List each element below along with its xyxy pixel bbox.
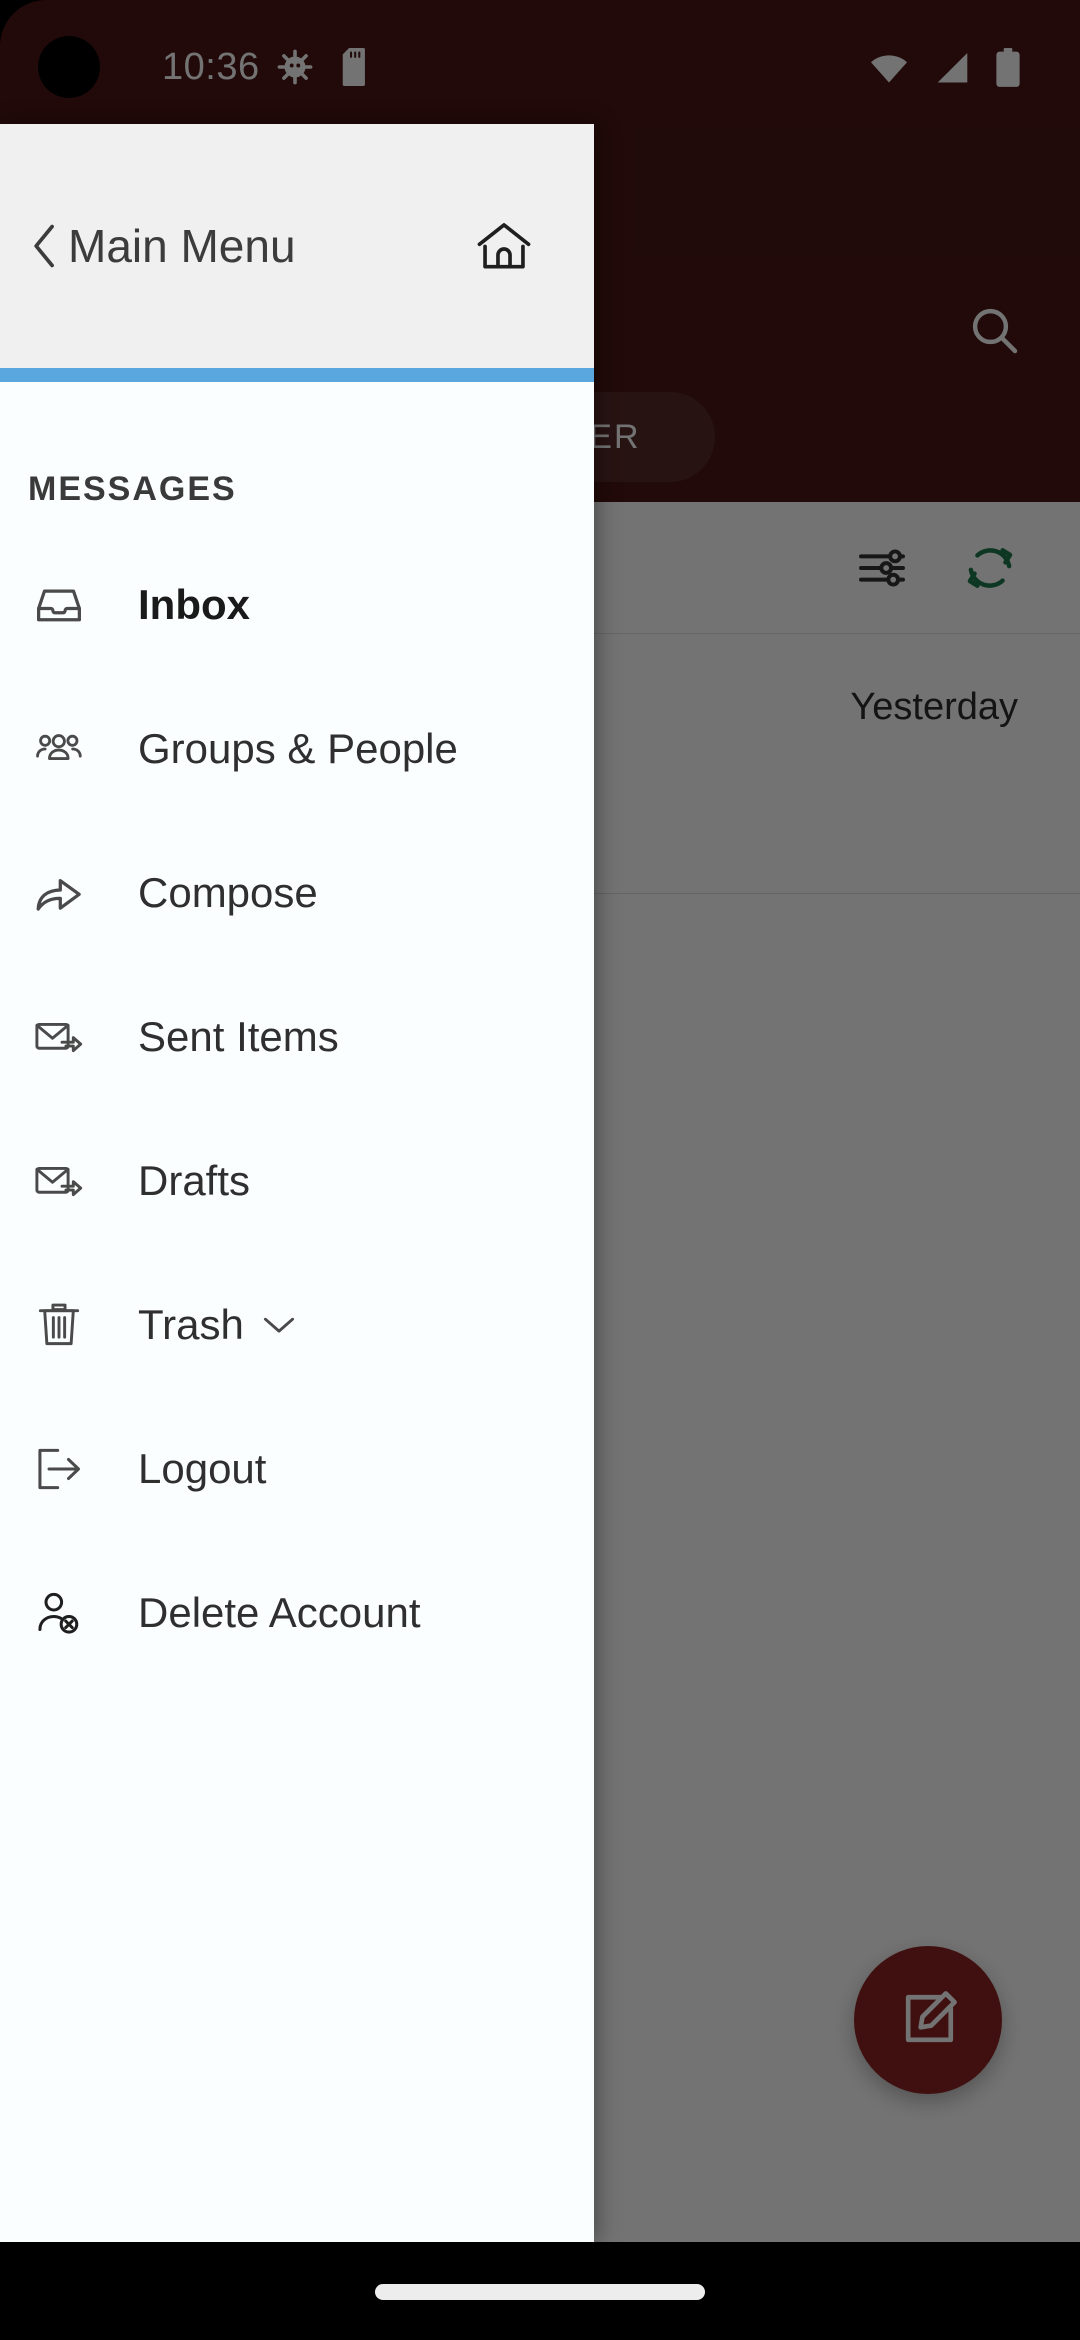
share-arrow-icon [28, 867, 90, 919]
system-navigation-bar [0, 2242, 1080, 2340]
status-bar: 10:36 [0, 0, 1080, 124]
drawer-item-delete-account[interactable]: Delete Account [0, 1541, 594, 1685]
camera-punch-hole [38, 36, 100, 98]
refresh-icon[interactable] [962, 540, 1018, 596]
gesture-pill[interactable] [375, 2284, 705, 2300]
drawer-item-label: Trash [138, 1301, 244, 1348]
compose-fab[interactable] [854, 1946, 1002, 2094]
inbox-tray-icon [28, 579, 90, 631]
screen-corner [0, 0, 46, 46]
navigation-drawer: Main Menu MESSAGES Inbox Groups & People… [0, 124, 594, 2242]
drawer-item-drafts[interactable]: Drafts [0, 1109, 594, 1253]
drawer-item-label: Inbox [138, 581, 250, 628]
section-label-messages: MESSAGES [28, 470, 237, 508]
logout-arrow-icon [28, 1443, 90, 1495]
drawer-item-label: Sent Items [138, 1013, 339, 1060]
status-bar-clock: 10:36 [162, 46, 260, 88]
drawer-item-trash[interactable]: Trash [0, 1253, 594, 1397]
drawer-title: Main Menu [68, 220, 296, 272]
search-icon[interactable] [966, 302, 1022, 358]
android-debug-icon [277, 49, 313, 85]
drawer-menu: Inbox Groups & People Compose Sent Items… [0, 533, 594, 1685]
drawer-accent-bar [0, 368, 594, 382]
drawer-item-logout[interactable]: Logout [0, 1397, 594, 1541]
drawer-item-label: Logout [138, 1445, 267, 1492]
drawer-item-inbox[interactable]: Inbox [0, 533, 594, 677]
people-group-icon [28, 723, 90, 775]
drawer-item-label: Drafts [138, 1157, 251, 1204]
drawer-header: Main Menu [0, 124, 594, 368]
drawer-item-label: Delete Account [138, 1589, 421, 1636]
battery-icon [994, 48, 1022, 88]
chevron-down-icon[interactable] [262, 1314, 296, 1336]
trash-icon [28, 1299, 90, 1351]
chevron-left-icon[interactable] [28, 223, 62, 269]
filter-sliders-icon[interactable] [854, 540, 910, 596]
person-remove-icon [28, 1587, 90, 1639]
status-bar-left-icons [277, 48, 373, 86]
drawer-item-sent-items[interactable]: Sent Items [0, 965, 594, 1109]
drawer-item-compose[interactable]: Compose [0, 821, 594, 965]
drawer-item-label: Groups & People [138, 725, 458, 772]
cellular-signal-icon [932, 51, 972, 85]
drawer-item-label: Compose [138, 869, 318, 916]
home-icon[interactable] [476, 220, 532, 272]
message-timestamp: Yesterday [850, 686, 1018, 728]
phone-screen: Inbox OTHER [0, 0, 1080, 2340]
sd-card-icon [341, 48, 373, 86]
envelope-arrow-icon [28, 1011, 90, 1063]
status-bar-right-icons [868, 48, 1022, 88]
envelope-arrow-icon [28, 1155, 90, 1207]
wifi-icon [868, 51, 910, 85]
drawer-item-groups-people[interactable]: Groups & People [0, 677, 594, 821]
compose-edit-icon [893, 1985, 963, 2055]
